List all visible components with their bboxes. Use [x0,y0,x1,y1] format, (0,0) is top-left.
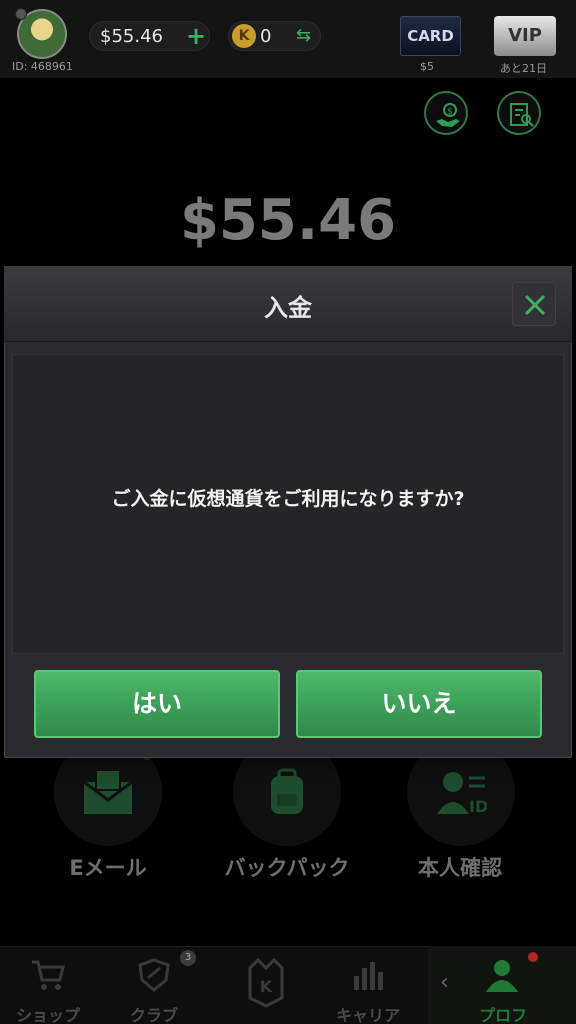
add-funds-icon[interactable]: + [186,22,206,50]
svg-text:$: $ [447,107,453,117]
nav-item-shop[interactable]: ショップ [0,946,96,1024]
nav-label-career: キャリア [335,1006,400,1024]
close-button[interactable] [512,282,556,326]
vip-button[interactable]: VIP [494,16,556,56]
yes-button[interactable]: はい [34,670,280,738]
nav-item-profile[interactable]: プロフ [428,946,576,1024]
card-button[interactable]: CARD [400,16,461,56]
close-icon [524,294,546,316]
no-button[interactable]: いいえ [296,670,542,738]
balance-display: $55.46 [179,188,397,253]
nav-label-shop: ショップ [15,1006,80,1024]
avatar-badge [15,8,27,20]
card-price: $5 [420,60,434,73]
exchange-icon[interactable]: ⇆ [296,25,311,46]
modal-message: ご入金に仮想通貨をご利用になりますか? [111,488,465,510]
coin-icon: K [232,24,256,48]
profile-notification-dot [528,952,538,962]
chevron-left-icon[interactable]: ‹ [440,970,449,995]
vip-days-remaining: あと21日 [500,62,547,75]
nav-label-profile: プロフ [478,1006,527,1024]
club-badge-count: 3 [180,950,196,966]
backpack-label: バックパック [224,856,350,880]
user-id: ID: 468961 [12,60,73,73]
email-label: Eメール [69,856,147,880]
identity-verification-label: 本人確認 [418,856,502,880]
nav-item-career[interactable]: キャリア [320,946,416,1024]
coin-value: 0 [260,26,272,47]
balance-value: $55.46 [100,26,163,47]
svg-text:ID: ID [469,797,487,816]
deposit-icon[interactable]: $ [424,91,468,135]
nav-item-home-logo[interactable]: K [218,946,310,1024]
svg-text:K: K [260,977,273,996]
nav-label-club: クラブ [129,1006,178,1024]
modal-title: 入金 [264,294,312,322]
transaction-history-icon[interactable] [497,91,541,135]
